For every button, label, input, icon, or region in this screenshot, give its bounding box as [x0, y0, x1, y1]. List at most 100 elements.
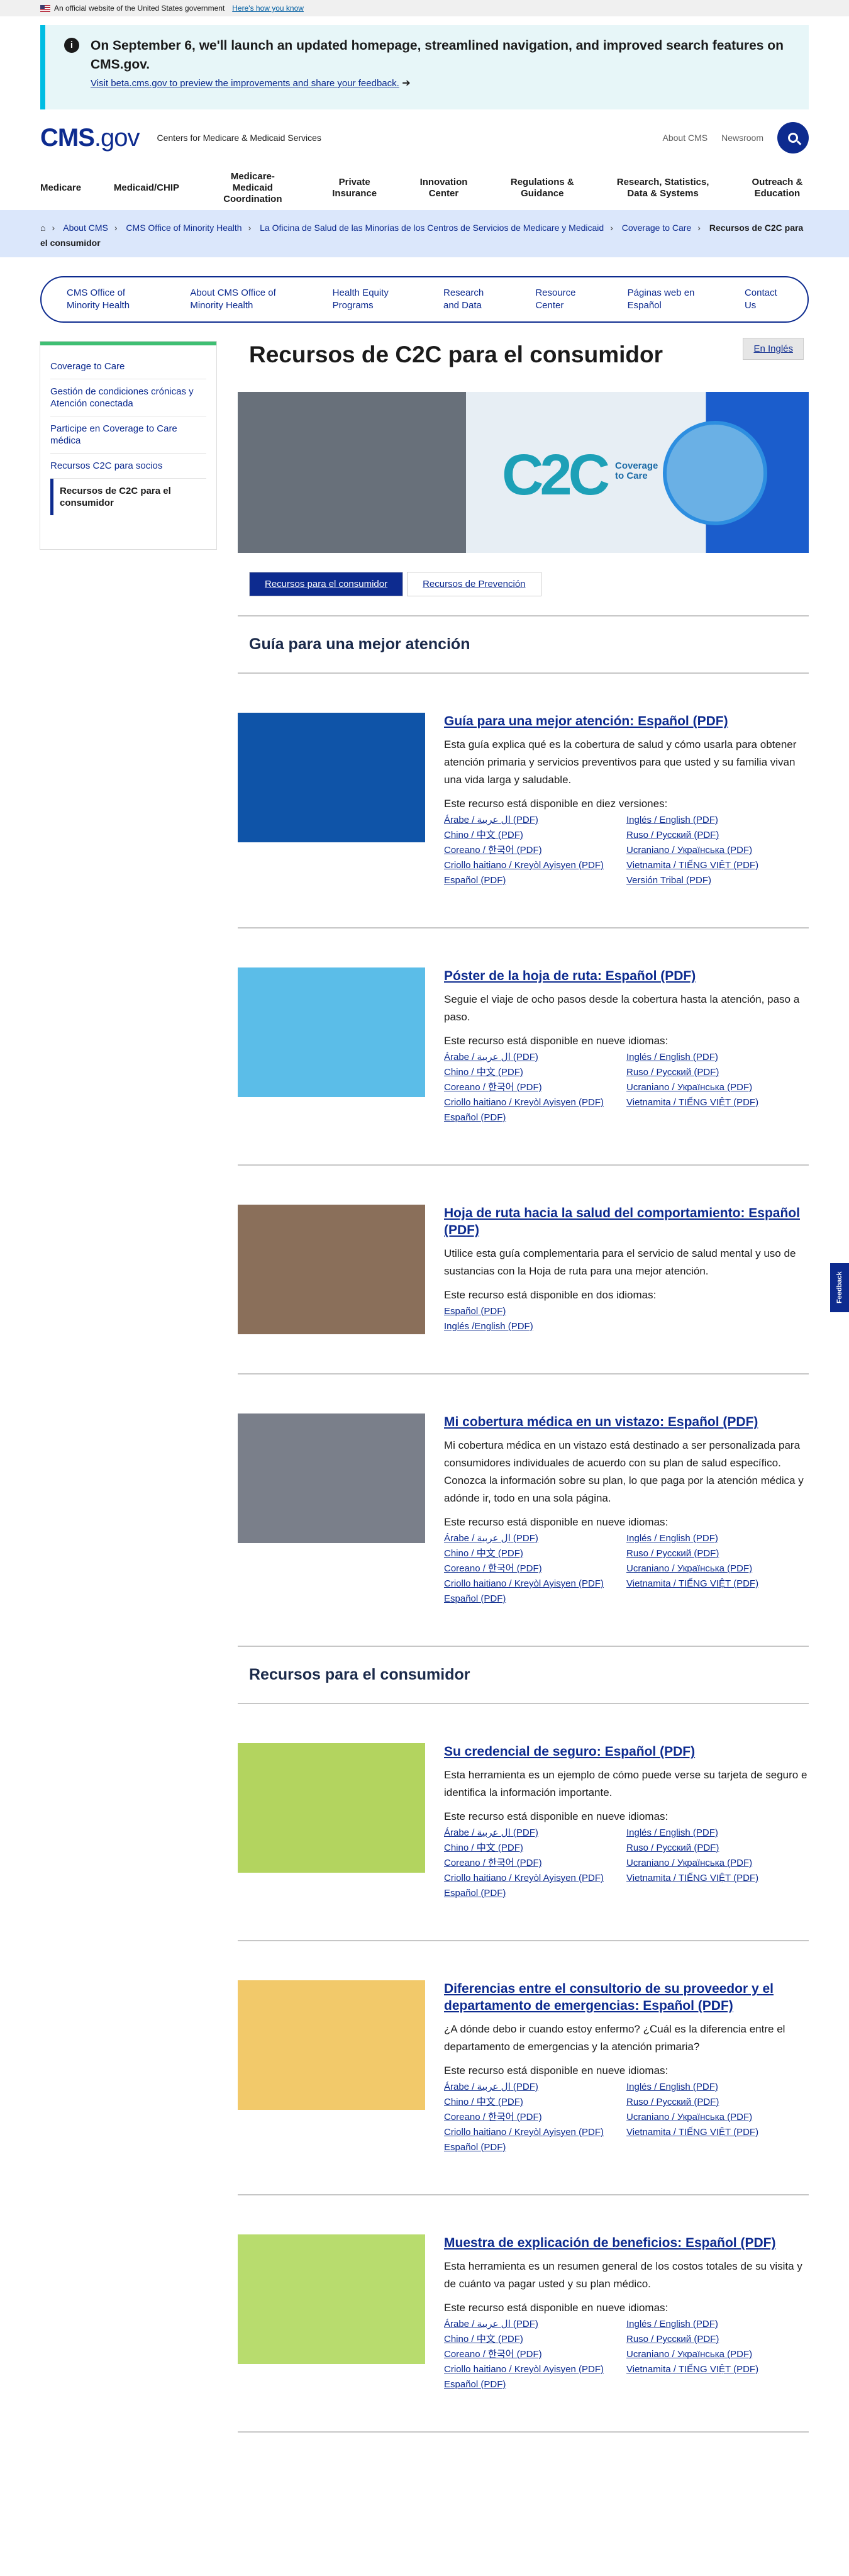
language-link[interactable]: Ucraniano / Українська (PDF): [626, 843, 809, 858]
language-link[interactable]: Ruso / Русский (PDF): [626, 1841, 809, 1856]
language-link[interactable]: Ucraniano / Українська (PDF): [626, 1561, 809, 1576]
language-link[interactable]: Versión Tribal (PDF): [626, 873, 809, 888]
language-link[interactable]: Vietnamita / TIẾNG VIỆT (PDF): [626, 2125, 809, 2140]
nav-medicare-medicaid[interactable]: Medicare-Medicaid Coordination: [212, 171, 294, 205]
language-link[interactable]: Ucraniano / Українська (PDF): [626, 1856, 809, 1871]
language-link[interactable]: Criollo haitiano / Kreyòl Ayisyen (PDF): [444, 2125, 626, 2140]
language-link[interactable]: Coreano / 한국어 (PDF): [444, 1561, 626, 1576]
language-link[interactable]: Ruso / Русский (PDF): [626, 828, 809, 843]
language-link[interactable]: Criollo haitiano / Kreyòl Ayisyen (PDF): [444, 858, 626, 873]
language-link[interactable]: Inglés / English (PDF): [626, 1531, 809, 1546]
language-link[interactable]: Inglés / English (PDF): [626, 2317, 809, 2332]
language-link[interactable]: Español (PDF): [444, 1886, 626, 1901]
how-you-know-link[interactable]: Here's how you know: [232, 4, 304, 13]
cms-logo[interactable]: CMS.gov: [40, 124, 140, 152]
language-link[interactable]: Vietnamita / TIẾNG VIỆT (PDF): [626, 1576, 809, 1592]
language-link[interactable]: Ucraniano / Українська (PDF): [626, 2110, 809, 2125]
search-button[interactable]: [777, 122, 809, 153]
language-link[interactable]: Criollo haitiano / Kreyòl Ayisyen (PDF): [444, 1871, 626, 1886]
resource-title-link[interactable]: Guía para una mejor atención: Español (P…: [444, 714, 728, 728]
resource-title-link[interactable]: Diferencias entre el consultorio de su p…: [444, 1982, 774, 2013]
language-link[interactable]: Coreano / 한국어 (PDF): [444, 843, 626, 858]
subnav-health-equity[interactable]: Health Equity Programs: [333, 287, 402, 312]
language-link[interactable]: Chino / 中文 (PDF): [444, 2332, 626, 2347]
language-link[interactable]: Chino / 中文 (PDF): [444, 2095, 626, 2110]
language-link[interactable]: Ruso / Русский (PDF): [626, 2332, 809, 2347]
crumb-c2c[interactable]: Coverage to Care: [622, 223, 692, 233]
language-link[interactable]: Árabe / ال عربية (PDF): [444, 1050, 626, 1065]
nav-regulations[interactable]: Regulations & Guidance: [504, 177, 580, 199]
language-link[interactable]: Árabe / ال عربية (PDF): [444, 1826, 626, 1841]
language-link[interactable]: Árabe / ال عربية (PDF): [444, 813, 626, 828]
language-link[interactable]: Ruso / Русский (PDF): [626, 1546, 809, 1561]
language-link[interactable]: Chino / 中文 (PDF): [444, 1065, 626, 1080]
language-link[interactable]: Chino / 中文 (PDF): [444, 828, 626, 843]
crumb-omh[interactable]: CMS Office of Minority Health: [126, 223, 241, 233]
divider: [238, 1646, 809, 1647]
language-link[interactable]: Español (PDF): [444, 2140, 626, 2155]
tab-consumidor[interactable]: Recursos para el consumidor: [249, 572, 404, 596]
language-link[interactable]: Vietnamita / TIẾNG VIỆT (PDF): [626, 1871, 809, 1886]
resource-title-link[interactable]: Muestra de explicación de beneficios: Es…: [444, 2236, 775, 2250]
language-link[interactable]: Inglés / English (PDF): [626, 1050, 809, 1065]
resource-title-link[interactable]: Su credencial de seguro: Español (PDF): [444, 1744, 695, 1759]
subnav-research[interactable]: Research and Data: [443, 287, 494, 312]
nav-medicaid-chip[interactable]: Medicaid/CHIP: [114, 182, 179, 194]
language-link[interactable]: Inglés / English (PDF): [626, 813, 809, 828]
language-link[interactable]: Vietnamita / TIẾNG VIỆT (PDF): [626, 2362, 809, 2377]
language-link[interactable]: Vietnamita / TIẾNG VIỆT (PDF): [626, 858, 809, 873]
beta-preview-link[interactable]: Visit beta.cms.gov to preview the improv…: [91, 78, 399, 89]
language-link[interactable]: Ruso / Русский (PDF): [626, 1065, 809, 1080]
crumb-oficina[interactable]: La Oficina de Salud de las Minorías de l…: [260, 223, 604, 233]
language-link[interactable]: Árabe / ال عربية (PDF): [444, 2317, 626, 2332]
language-link[interactable]: Chino / 中文 (PDF): [444, 1841, 626, 1856]
resource-title-link[interactable]: Hoja de ruta hacia la salud del comporta…: [444, 1206, 800, 1237]
home-icon[interactable]: ⌂: [40, 223, 45, 233]
about-cms-link[interactable]: About CMS: [663, 133, 708, 143]
language-link[interactable]: Chino / 中文 (PDF): [444, 1546, 626, 1561]
subnav-espanol[interactable]: Páginas web en Español: [628, 287, 703, 312]
language-link[interactable]: Criollo haitiano / Kreyòl Ayisyen (PDF): [444, 2362, 626, 2377]
subnav-about-omh[interactable]: About CMS Office of Minority Health: [190, 287, 291, 312]
sidebar-item-coverage[interactable]: Coverage to Care: [50, 354, 206, 379]
feedback-button[interactable]: Feedback: [830, 1263, 849, 1312]
sidebar-item-consumidor[interactable]: Recursos de C2C para el consumidor: [50, 479, 206, 515]
language-link[interactable]: Inglés /English (PDF): [444, 1319, 809, 1334]
language-link[interactable]: Coreano / 한국어 (PDF): [444, 1080, 626, 1095]
language-link[interactable]: Ucraniano / Українська (PDF): [626, 1080, 809, 1095]
newsroom-link[interactable]: Newsroom: [721, 133, 763, 143]
subnav-contact[interactable]: Contact Us: [745, 287, 782, 312]
subnav-omh[interactable]: CMS Office of Minority Health: [67, 287, 148, 312]
language-link[interactable]: Árabe / ال عربية (PDF): [444, 2080, 626, 2095]
sidebar-item-socios[interactable]: Recursos C2C para socios: [50, 454, 206, 479]
nav-innovation-center[interactable]: Innovation Center: [415, 177, 472, 199]
language-link[interactable]: Español (PDF): [444, 1110, 626, 1125]
crumb-about[interactable]: About CMS: [63, 223, 108, 233]
language-link[interactable]: Ucraniano / Українська (PDF): [626, 2347, 809, 2362]
nav-research[interactable]: Research, Statistics, Data & Systems: [613, 177, 713, 199]
language-link[interactable]: Inglés / English (PDF): [626, 1826, 809, 1841]
language-link[interactable]: Ruso / Русский (PDF): [626, 2095, 809, 2110]
language-link[interactable]: Español (PDF): [444, 2377, 626, 2392]
subnav-resource-center[interactable]: Resource Center: [535, 287, 585, 312]
nav-private-insurance[interactable]: Private Insurance: [326, 177, 383, 199]
nav-medicare[interactable]: Medicare: [40, 182, 81, 194]
language-link[interactable]: Español (PDF): [444, 1592, 626, 1607]
language-link[interactable]: Criollo haitiano / Kreyòl Ayisyen (PDF): [444, 1576, 626, 1592]
sidebar-item-gestion[interactable]: Gestión de condiciones crónicas y Atenci…: [50, 379, 206, 416]
language-link[interactable]: Vietnamita / TIẾNG VIỆT (PDF): [626, 1095, 809, 1110]
tab-prevencion[interactable]: Recursos de Prevención: [407, 572, 541, 596]
language-link[interactable]: Español (PDF): [444, 873, 626, 888]
sidebar-item-participe[interactable]: Participe en Coverage to Care médica: [50, 416, 206, 454]
language-link[interactable]: Coreano / 한국어 (PDF): [444, 2110, 626, 2125]
language-link[interactable]: Español (PDF): [444, 1304, 809, 1319]
english-button[interactable]: En Inglés: [743, 338, 804, 360]
language-link[interactable]: Coreano / 한국어 (PDF): [444, 1856, 626, 1871]
language-link[interactable]: Coreano / 한국어 (PDF): [444, 2347, 626, 2362]
nav-outreach[interactable]: Outreach & Education: [746, 177, 809, 199]
resource-title-link[interactable]: Póster de la hoja de ruta: Español (PDF): [444, 969, 696, 983]
resource-title-link[interactable]: Mi cobertura médica en un vistazo: Españ…: [444, 1415, 758, 1429]
language-link[interactable]: Criollo haitiano / Kreyòl Ayisyen (PDF): [444, 1095, 626, 1110]
language-link[interactable]: Árabe / ال عربية (PDF): [444, 1531, 626, 1546]
language-link[interactable]: Inglés / English (PDF): [626, 2080, 809, 2095]
